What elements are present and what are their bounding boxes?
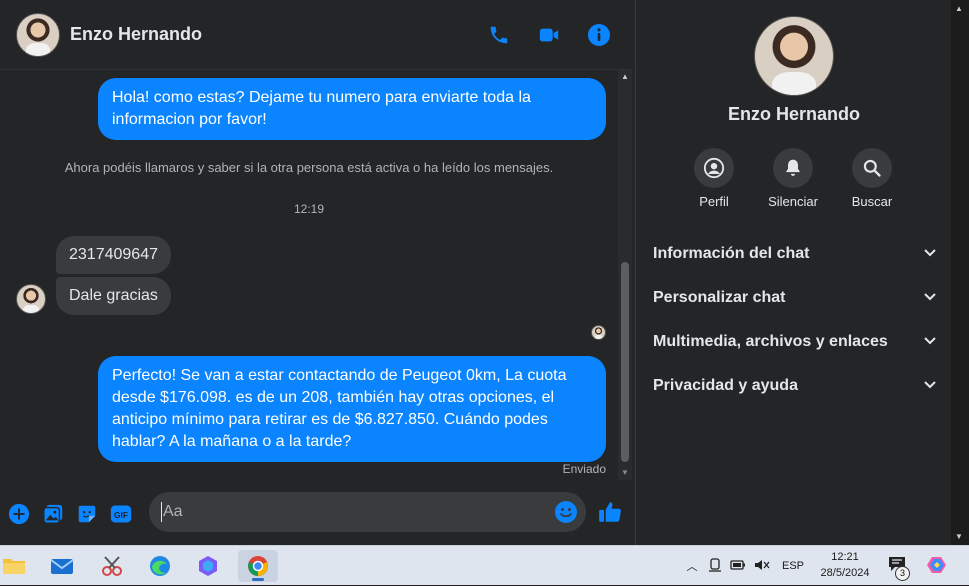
meet-now-icon[interactable] <box>708 557 722 575</box>
section-customize-chat[interactable]: Personalizar chat <box>653 280 937 316</box>
sticker-icon[interactable] <box>76 503 98 525</box>
header-actions <box>486 22 612 48</box>
outgoing-message[interactable]: Perfecto! Se van a estar contactando de … <box>98 356 606 462</box>
section-label: Privacidad y ayuda <box>653 377 798 394</box>
copilot-icon[interactable] <box>926 554 948 581</box>
section-label: Multimedia, archivos y enlaces <box>653 333 888 350</box>
outgoing-message[interactable]: Hola! como estas? Dejame tu numero para … <box>98 78 606 140</box>
search-action-label: Buscar <box>851 194 893 209</box>
message-input[interactable] <box>163 492 543 532</box>
language-indicator[interactable]: ESP <box>782 560 804 572</box>
section-chat-info[interactable]: Información del chat <box>653 236 937 272</box>
notification-count-badge: 3 <box>895 566 910 581</box>
message-status: Enviado <box>562 462 606 476</box>
incoming-message[interactable]: 2317409647 <box>56 236 171 274</box>
contact-name[interactable]: Enzo Hernando <box>70 24 202 45</box>
phone-icon[interactable] <box>486 22 512 48</box>
message-list: Hola! como estas? Dejame tu numero para … <box>0 70 618 482</box>
time-separator: 12:19 <box>293 202 325 216</box>
chrome-icon[interactable] <box>238 550 278 582</box>
video-camera-icon[interactable] <box>536 22 562 48</box>
emoji-icon[interactable] <box>554 500 578 524</box>
scroll-up-arrow-icon[interactable]: ▲ <box>955 4 963 13</box>
window-scrollbar[interactable]: ▲ ▼ <box>951 0 969 545</box>
chevron-down-icon <box>923 289 937 307</box>
scroll-up-arrow-icon[interactable]: ▲ <box>618 72 632 82</box>
info-icon[interactable] <box>586 22 612 48</box>
chevron-down-icon <box>923 377 937 395</box>
contact-avatar[interactable] <box>16 12 60 57</box>
profile-icon[interactable] <box>694 148 734 188</box>
photo-icon[interactable] <box>42 503 64 525</box>
composer-bar: GIF <box>0 482 634 545</box>
snipping-tool-icon[interactable] <box>92 550 132 582</box>
chat-header: Enzo Hernando <box>0 0 634 70</box>
message-input-wrapper <box>149 492 586 532</box>
text-caret <box>161 502 162 522</box>
scroll-down-arrow-icon[interactable]: ▼ <box>955 532 963 541</box>
chevron-down-icon <box>923 333 937 351</box>
scroll-down-arrow-icon[interactable]: ▼ <box>618 468 632 478</box>
seen-indicator-avatar <box>591 325 606 340</box>
speaker-muted-icon[interactable] <box>754 558 770 575</box>
sender-avatar[interactable] <box>16 284 46 314</box>
copilot-app-icon[interactable] <box>188 550 228 582</box>
mail-icon[interactable] <box>42 550 82 582</box>
chat-column: Enzo Hernando Hola! como estas? Dejame t… <box>0 0 634 545</box>
mute-action[interactable]: Silenciar <box>753 148 833 209</box>
section-label: Información del chat <box>653 245 810 262</box>
section-media-files-links[interactable]: Multimedia, archivos y enlaces <box>653 324 937 360</box>
mute-action-label: Silenciar <box>768 194 818 209</box>
clock-date: 28/5/2024 <box>820 567 870 579</box>
thumbs-up-icon[interactable] <box>597 499 623 525</box>
search-icon[interactable] <box>852 148 892 188</box>
gif-icon[interactable]: GIF <box>110 503 132 525</box>
section-label: Personalizar chat <box>653 289 786 306</box>
incoming-message[interactable]: Dale gracias <box>56 277 171 315</box>
message-scrollbar[interactable]: ▲ ▼ <box>618 70 632 480</box>
messenger-window: Enzo Hernando Hola! como estas? Dejame t… <box>0 0 969 545</box>
section-privacy-help[interactable]: Privacidad y ayuda <box>653 368 937 404</box>
file-explorer-icon[interactable] <box>0 550 34 582</box>
chat-details-panel: Enzo Hernando Perfil Silenciar Buscar In… <box>635 0 951 545</box>
scroll-thumb[interactable] <box>621 262 629 462</box>
chevron-down-icon <box>923 245 937 263</box>
bell-icon[interactable] <box>773 148 813 188</box>
battery-icon[interactable] <box>730 559 746 574</box>
profile-action-label: Perfil <box>699 194 729 209</box>
search-action[interactable]: Buscar <box>832 148 912 209</box>
svg-text:GIF: GIF <box>114 509 128 519</box>
windows-taskbar: ︿ ESP 12:21 28/5/2024 3 <box>0 545 969 585</box>
panel-contact-name: Enzo Hernando <box>727 104 860 124</box>
tray-icons: ︿ ESP <box>684 546 804 586</box>
plus-circle-icon[interactable] <box>8 503 30 525</box>
system-clock[interactable]: 12:21 28/5/2024 <box>812 549 878 581</box>
profile-action[interactable]: Perfil <box>674 148 754 209</box>
clock-time: 12:21 <box>831 551 859 563</box>
panel-avatar[interactable] <box>754 16 834 96</box>
system-note: Ahora podéis llamaros y saber si la otra… <box>64 160 554 175</box>
edge-icon[interactable] <box>140 550 180 582</box>
chevron-up-icon[interactable]: ︿ <box>684 558 700 574</box>
